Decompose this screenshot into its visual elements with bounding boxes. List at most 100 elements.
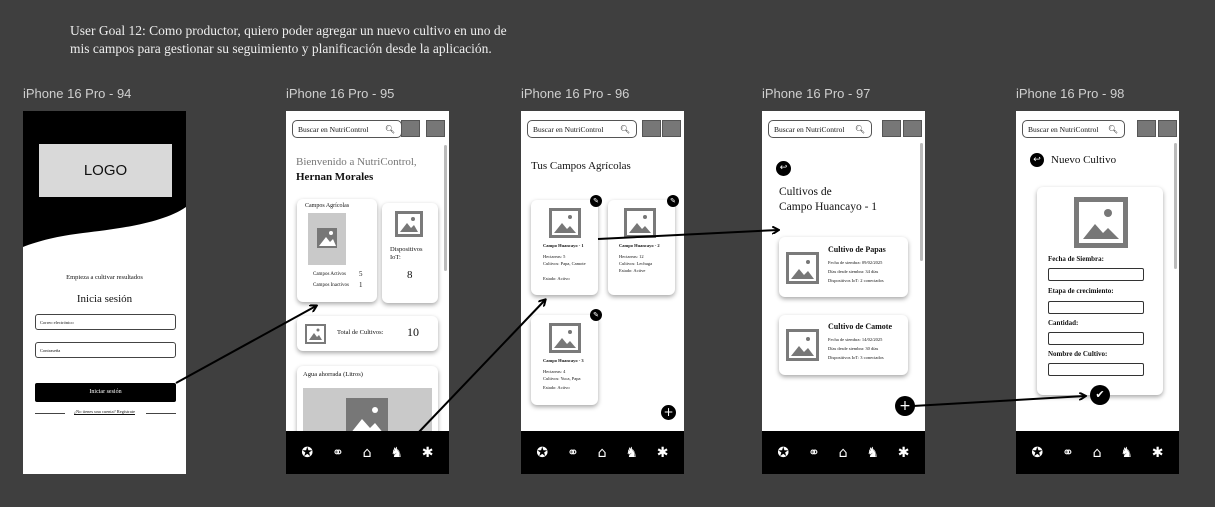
home-icon[interactable]: ⌂ [363,445,372,461]
cultivo-dispositivos: Dispositivos IoT: 2 conectados [828,278,884,283]
logo-placeholder: LOGO [39,144,172,197]
email-field[interactable]: Correo electrónico [35,314,176,330]
campo-name: Campo Huancayo - 3 [543,358,584,363]
search-input[interactable]: Buscar en NutriControl 🔍︎ [768,120,872,138]
campo-hectareas: Hectareas: 5 [543,254,566,259]
cultivos-label: Total de Cultivos: [337,329,384,336]
bulb-icon[interactable]: ✱ [898,445,910,461]
frame-label-94: iPhone 16 Pro - 94 [23,86,132,101]
back-icon[interactable]: ↩ [776,161,791,176]
settings-icon[interactable]: ✪ [1031,445,1043,461]
settings-icon[interactable]: ✪ [777,445,789,461]
scrollbar[interactable] [1174,143,1177,269]
login-button[interactable]: Iniciar sesión [35,383,176,402]
cultivo-card-papas[interactable]: Cultivo de Papas Fecha de siembra: 09/02… [779,237,908,297]
home-icon[interactable]: ⌂ [598,445,607,461]
farmer-icon[interactable]: ♞ [625,445,638,461]
campos-card[interactable]: Campos Agrícolas Campos Activos 5 Campos… [297,199,377,302]
campo-card-3[interactable]: Campo Huancayo - 3 Hectareas: 4 Cultivos… [531,315,598,405]
farmer-icon[interactable]: ♞ [866,445,879,461]
campo-hectareas: Hectareas: 12 [619,254,644,259]
campo-image [549,208,581,238]
password-field[interactable]: Contraseña [35,342,176,358]
edit-icon[interactable]: ✎ [667,195,679,207]
bottom-navbar: ✪ ⚭ ⌂ ♞ ✱ [1016,431,1179,474]
search-icon: 🔍︎ [854,125,865,134]
campo-cultivos: Cultivos: Papa, Camote [543,261,586,266]
edit-icon[interactable]: ✎ [590,309,602,321]
image-icon [789,332,816,358]
search-icon: 🔍︎ [619,125,630,134]
image-icon[interactable] [882,120,901,137]
confirm-check-button[interactable]: ✔ [1090,385,1110,405]
search-input[interactable]: Buscar en NutriControl 🔍︎ [1022,120,1125,138]
image-icon [307,326,324,342]
frame-campos: Buscar en NutriControl 🔍︎ Tus Campos Agrí… [521,111,684,474]
bulb-icon[interactable]: ✱ [1152,445,1164,461]
search-icon[interactable]: ⚭ [567,445,579,461]
cultivo-image [786,329,819,361]
search-input[interactable]: Buscar en NutriControl 🔍︎ [527,120,637,138]
image-icon[interactable] [662,120,681,137]
nuevo-title: Nuevo Cultivo [1051,154,1117,166]
welcome-text: Bienvenido a NutriControl, [296,156,417,168]
image-icon[interactable] [903,120,922,137]
cultivos-title-1: Cultivos de [779,186,832,198]
settings-icon[interactable]: ✪ [536,445,548,461]
cantidad-label: Cantidad: [1048,319,1079,327]
cultivo-name: Cultivo de Camote [828,322,892,331]
scrollbar[interactable] [444,145,447,271]
campo-card-2[interactable]: Campo Huancayo - 2 Hectareas: 12 Cultivo… [608,200,675,295]
fecha-input[interactable] [1048,268,1144,281]
edit-icon[interactable]: ✎ [590,195,602,207]
nombre-input[interactable] [1048,363,1144,376]
frame-label-95: iPhone 16 Pro - 95 [286,86,395,101]
search-icon[interactable]: ⚭ [808,445,820,461]
cultivo-fecha: Fecha de siembra: 14/02/2025 [828,337,883,342]
home-icon[interactable]: ⌂ [839,445,848,461]
agua-label: Agua ahorrada (Litros) [303,371,363,378]
back-icon[interactable]: ↩ [1030,153,1044,167]
campos-title: Campos Agrícolas [305,203,350,209]
image-icon[interactable] [642,120,661,137]
cultivo-dias: Días desde siembra: 34 días [828,269,879,274]
frame-login: LOGO Empieza a cultivar resultados Inici… [23,111,186,474]
divider-right [146,413,176,414]
scrollbar[interactable] [920,143,923,261]
cantidad-input[interactable] [1048,332,1144,345]
bulb-icon[interactable]: ✱ [657,445,669,461]
cultivo-image[interactable] [1074,197,1128,248]
farmer-icon[interactable]: ♞ [390,445,403,461]
cultivo-card-camote[interactable]: Cultivo de Camote Fecha de siembra: 14/0… [779,315,908,375]
image-icon[interactable] [426,120,445,137]
campo-image [549,323,581,353]
etapa-input[interactable] [1048,301,1144,314]
image-icon [552,326,578,350]
dispositivos-card[interactable]: Dispositivos IoT: 8 [382,203,438,303]
settings-icon[interactable]: ✪ [301,445,313,461]
inactivos-label: Campos Inactivos [313,283,349,288]
image-icon[interactable] [1137,120,1156,137]
search-icon: 🔍︎ [384,125,395,134]
inactivos-value: 1 [359,281,363,289]
image-icon[interactable] [1158,120,1177,137]
image-icon [552,211,578,235]
farmer-icon[interactable]: ♞ [1120,445,1133,461]
cultivo-dias: Días desde siembra: 30 días [828,346,879,351]
frame-cultivos: Buscar en NutriControl 🔍︎ ↩ Cultivos de C… [762,111,925,474]
campo-cultivos: Cultivos: Lechuga [619,261,653,266]
user-goal-line-2: mis campos para gestionar su seguimiento… [70,41,492,56]
search-icon[interactable]: ⚭ [1062,445,1074,461]
add-cultivo-button[interactable]: + [895,396,915,416]
total-cultivos-card[interactable]: Total de Cultivos: 10 [297,316,438,351]
search-input[interactable]: Buscar en NutriControl 🔍︎ [292,120,402,138]
activos-label: Campos Activos [313,272,346,277]
home-icon[interactable]: ⌂ [1093,445,1102,461]
bulb-icon[interactable]: ✱ [422,445,434,461]
bottom-navbar: ✪ ⚭ ⌂ ♞ ✱ [521,431,684,474]
login-title: Inicia sesión [76,293,133,305]
add-icon[interactable]: + [661,405,676,420]
image-icon[interactable] [401,120,420,137]
search-icon[interactable]: ⚭ [332,445,344,461]
campo-card-1[interactable]: Campo Huancayo - 1 Hectareas: 5 Cultivos… [531,200,598,295]
